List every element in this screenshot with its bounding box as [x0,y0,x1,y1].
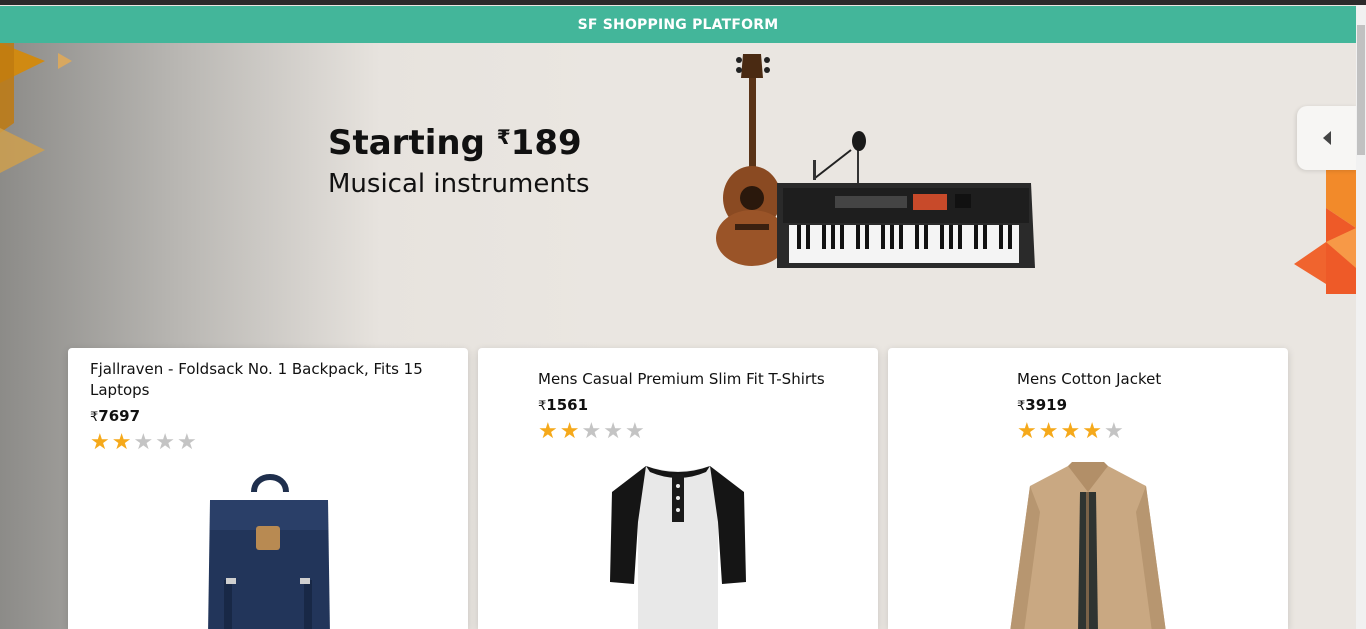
star-filled-icon: ★ [1082,419,1102,444]
star-filled-icon: ★ [559,419,580,444]
product-card[interactable]: Mens Cotton Jacket ₹3919 ★ ★ ★ ★ ★ [888,348,1288,629]
product-price: ₹3919 [1017,396,1068,414]
decorative-triangles-right [1294,168,1356,294]
product-price: ₹7697 [90,407,141,425]
navbar-title: SF SHOPPING PLATFORM [577,16,779,33]
product-title[interactable]: Fjallraven - Foldsack No. 1 Backpack, Fi… [90,359,440,401]
star-filled-icon: ★ [111,430,132,455]
star-empty-icon: ★ [176,430,197,455]
rating-stars: ★ ★ ★ ★ ★ [538,421,645,443]
tshirt-image [610,466,746,629]
scrollbar-thumb[interactable] [1357,25,1365,155]
star-empty-icon: ★ [133,430,154,455]
rating-stars: ★ ★ ★ ★ ★ [90,432,197,454]
banner-title: Starting ₹189 [328,123,582,163]
banner-currency: ₹ [496,125,511,149]
banner-prev-button[interactable] [1297,106,1356,170]
star-filled-icon: ★ [538,419,558,444]
product-title[interactable]: Mens Casual Premium Slim Fit T-Shirts [538,369,858,390]
product-card[interactable]: Fjallraven - Foldsack No. 1 Backpack, Fi… [68,348,468,629]
navbar: SF SHOPPING PLATFORM [0,6,1356,43]
star-empty-icon: ★ [624,419,645,444]
decorative-triangles-left [0,43,72,173]
banner-price: 189 [510,123,582,163]
page-scrollbar[interactable] [1356,5,1366,629]
jacket-image [1010,462,1166,629]
product-price: ₹1561 [538,396,589,414]
ukulele-and-keyboard-image [716,54,1035,268]
product-card[interactable]: Mens Casual Premium Slim Fit T-Shirts ₹1… [478,348,878,629]
star-filled-icon: ★ [1038,419,1059,444]
star-filled-icon: ★ [1017,419,1037,444]
chevron-left-icon [1323,131,1331,145]
star-filled-icon: ★ [1060,419,1081,444]
backpack-image [208,474,330,629]
star-filled-icon: ★ [90,430,110,455]
star-empty-icon: ★ [603,419,623,444]
top-border [0,0,1366,5]
product-title[interactable]: Mens Cotton Jacket [1017,369,1277,390]
star-empty-icon: ★ [155,430,175,455]
banner-subtitle: Musical instruments [328,169,590,199]
star-empty-icon: ★ [1103,419,1124,444]
rating-stars: ★ ★ ★ ★ ★ [1017,421,1124,443]
star-empty-icon: ★ [581,419,602,444]
